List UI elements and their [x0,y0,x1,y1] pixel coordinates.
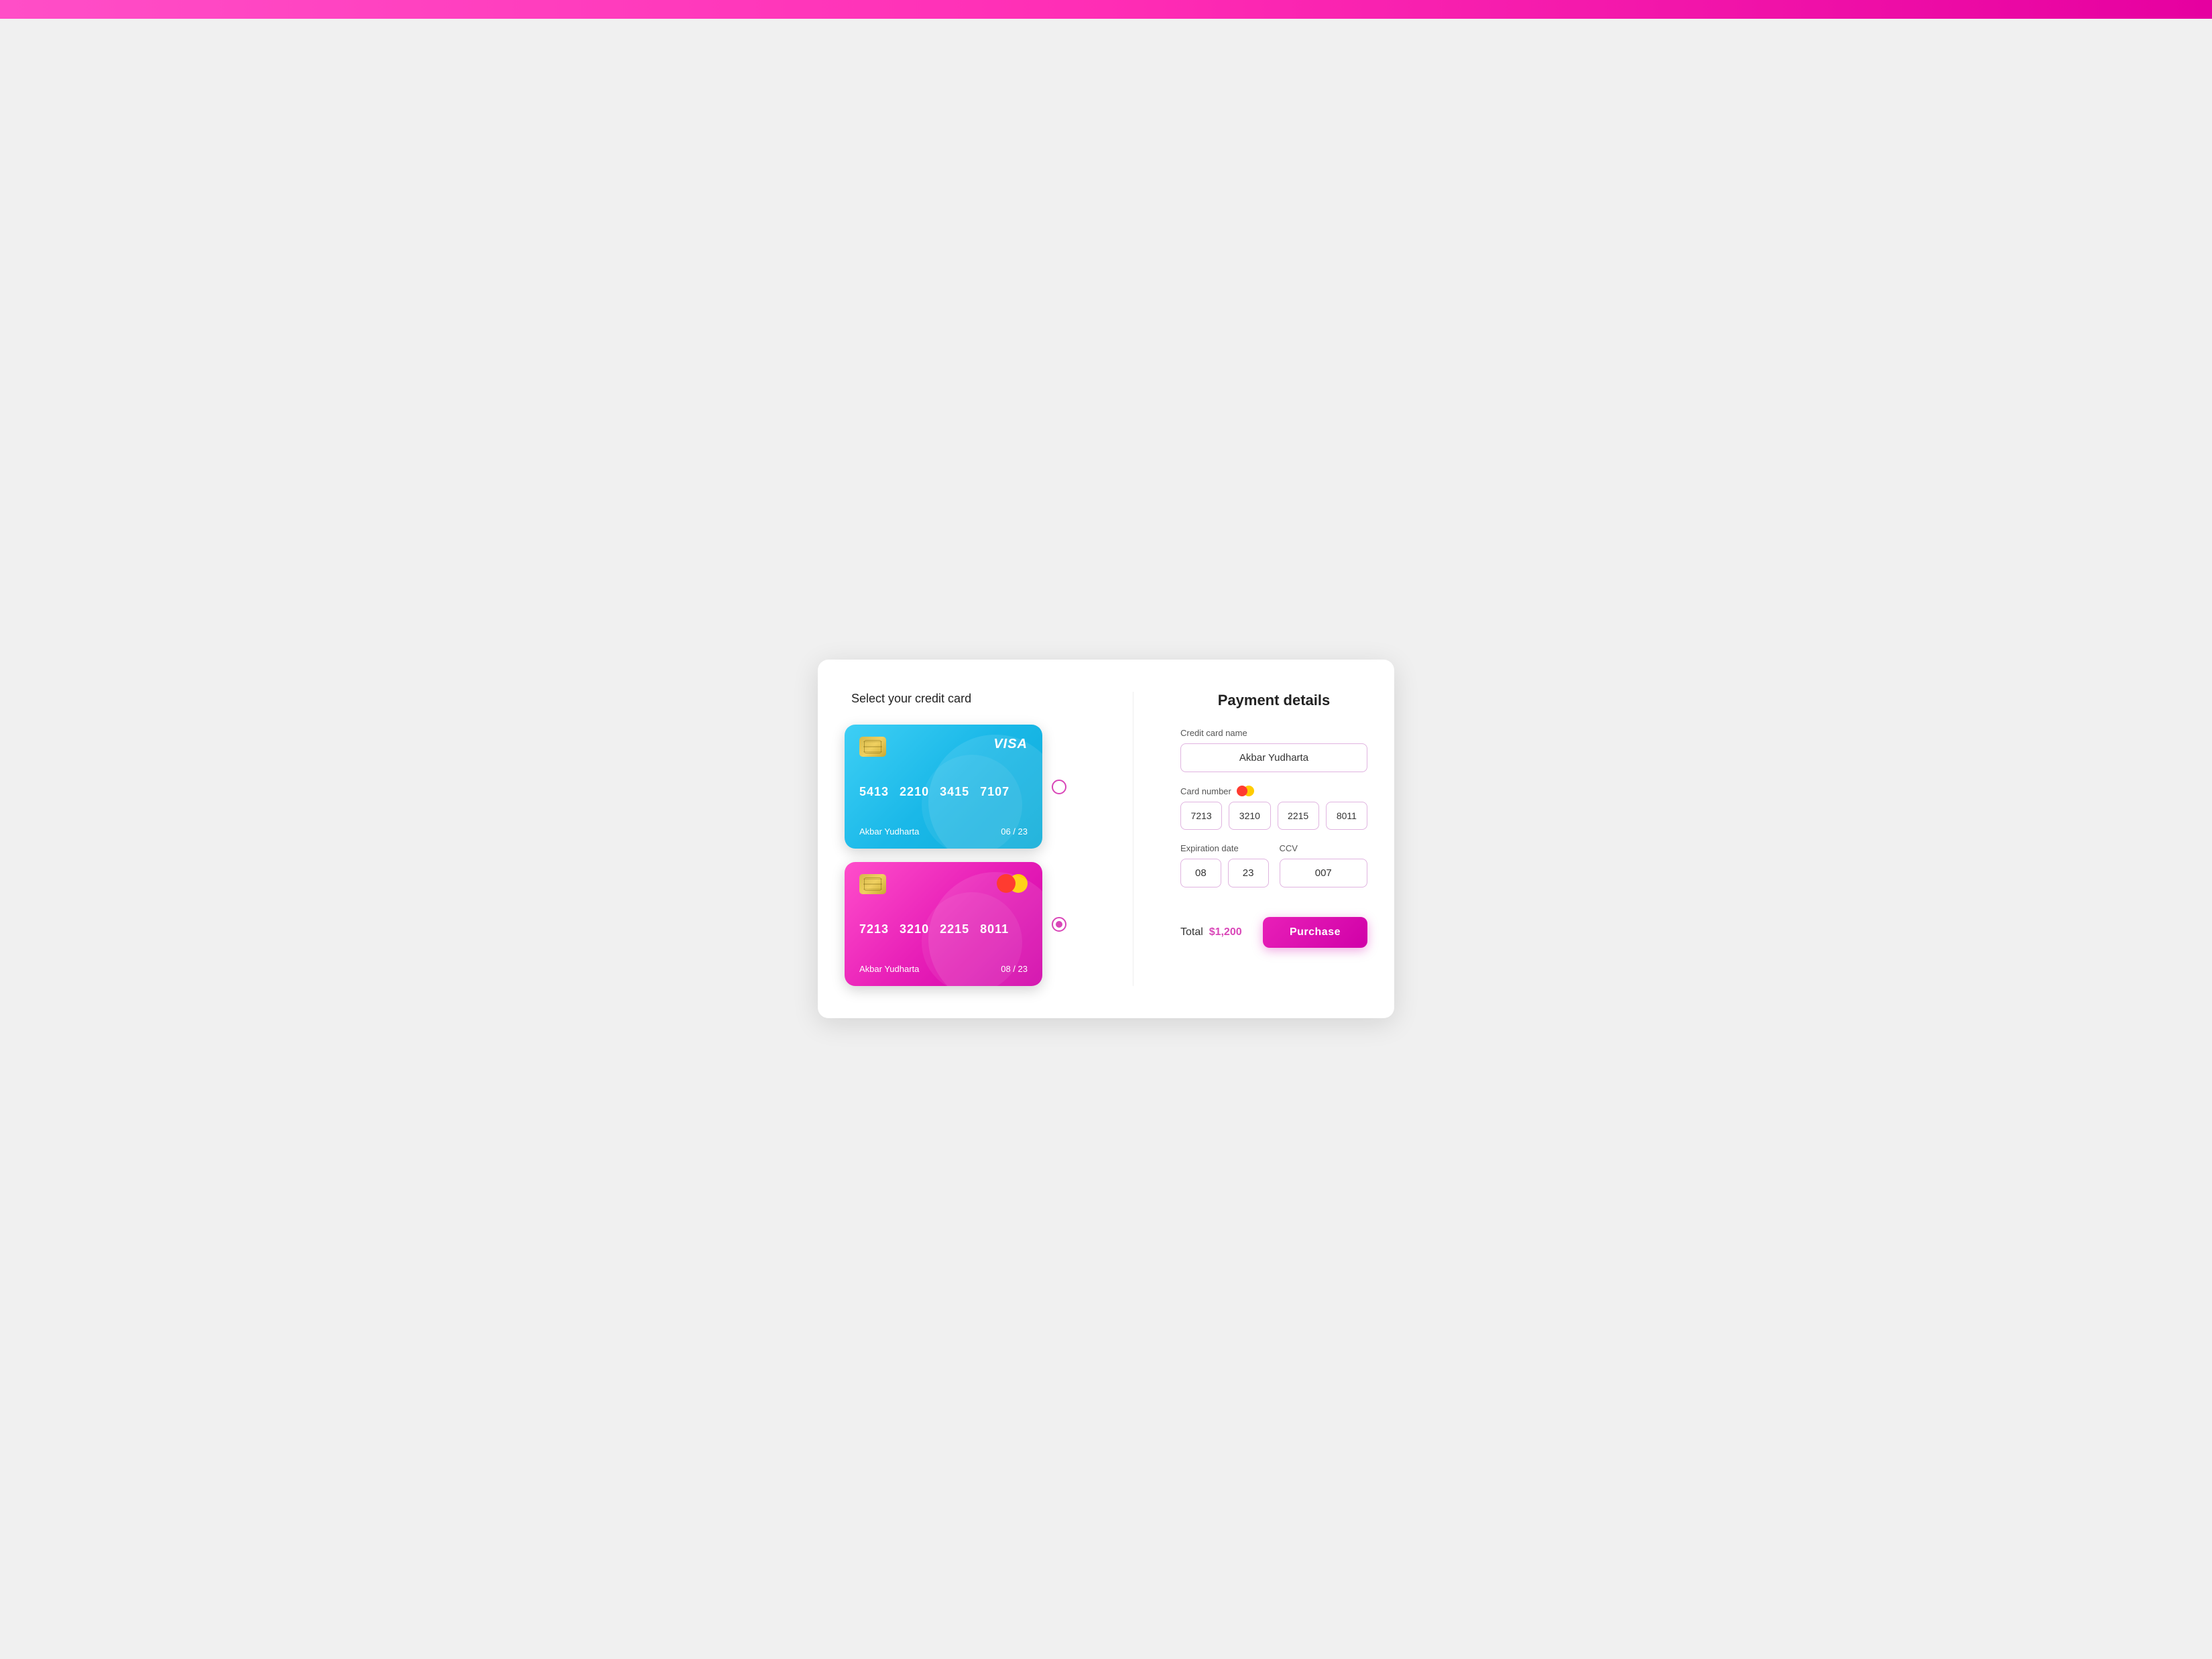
card-number-label-row: Card number [1180,786,1367,796]
visa-radio[interactable] [1052,780,1066,794]
total-amount: $1,200 [1209,926,1242,938]
date-ccv-row: Expiration date CCV [1180,843,1367,901]
select-card-title: Select your credit card [845,692,971,706]
card-icon-red [1237,786,1247,796]
card-number-input-3[interactable] [1278,802,1319,830]
expiry-label: Expiration date [1180,843,1269,853]
visa-card-number: 5413 2210 3415 7107 [859,785,1028,799]
total-label-text: Total [1180,926,1203,938]
mc-expiry: 08 / 23 [1001,964,1028,974]
expiry-month-input[interactable] [1180,859,1221,887]
credit-card-name-label: Credit card name [1180,728,1367,738]
bottom-row: Total $1,200 Purchase [1180,917,1367,948]
right-panel: Payment details Credit card name Card nu… [1167,692,1367,986]
page-content: Select your credit card [0,19,2212,1659]
payment-details-title: Payment details [1180,692,1367,709]
mastercard-card[interactable]: 7213 3210 2215 8011 Akbar Yudharta 08 / … [845,862,1042,986]
card-number-input-1[interactable] [1180,802,1222,830]
credit-card-name-group: Credit card name [1180,728,1367,772]
visa-card-row: VISA 5413 2210 3415 7107 Akbar Yudharta … [845,725,1099,849]
visa-expiry: 06 / 23 [1001,826,1028,837]
visa-card[interactable]: VISA 5413 2210 3415 7107 Akbar Yudharta … [845,725,1042,849]
card-number-label: Card number [1180,786,1231,796]
credit-card-name-input[interactable] [1180,743,1367,772]
card-number-input-2[interactable] [1229,802,1270,830]
mc-num-4: 8011 [980,922,1009,936]
mc-card-top [859,874,1028,894]
visa-chip [859,737,886,757]
card-number-group: Card number [1180,786,1367,830]
visa-card-footer: Akbar Yudharta 06 / 23 [859,826,1028,837]
visa-num-1: 5413 [859,785,889,799]
visa-num-4: 7107 [980,785,1009,799]
mc-num-3: 2215 [940,922,969,936]
mc-card-number: 7213 3210 2215 8011 [859,922,1028,936]
expiry-group: Expiration date [1180,843,1269,887]
mc-chip [859,874,886,894]
visa-holder: Akbar Yudharta [859,826,919,837]
expiry-year-input[interactable] [1228,859,1269,887]
ccv-group: CCV [1280,843,1368,887]
payment-modal: Select your credit card [818,660,1394,1018]
visa-num-2: 2210 [900,785,929,799]
expiry-fields [1180,859,1269,887]
mc-radio[interactable] [1052,917,1066,932]
card-number-fields [1180,802,1367,830]
visa-num-3: 3415 [940,785,969,799]
ccv-label: CCV [1280,843,1368,853]
card-number-mc-icon [1237,786,1254,796]
cards-list: VISA 5413 2210 3415 7107 Akbar Yudharta … [845,725,1099,986]
mastercard-row: 7213 3210 2215 8011 Akbar Yudharta 08 / … [845,862,1099,986]
mc-num-1: 7213 [859,922,889,936]
card-number-input-4[interactable] [1326,802,1367,830]
total-text: Total $1,200 [1180,926,1242,938]
mc-num-2: 3210 [900,922,929,936]
top-bar [0,0,2212,19]
mc-card-footer: Akbar Yudharta 08 / 23 [859,964,1028,974]
mc-dot-red [997,874,1016,893]
ccv-input[interactable] [1280,859,1368,887]
mc-holder: Akbar Yudharta [859,964,919,974]
purchase-button[interactable]: Purchase [1263,917,1367,948]
left-panel: Select your credit card [845,692,1099,986]
